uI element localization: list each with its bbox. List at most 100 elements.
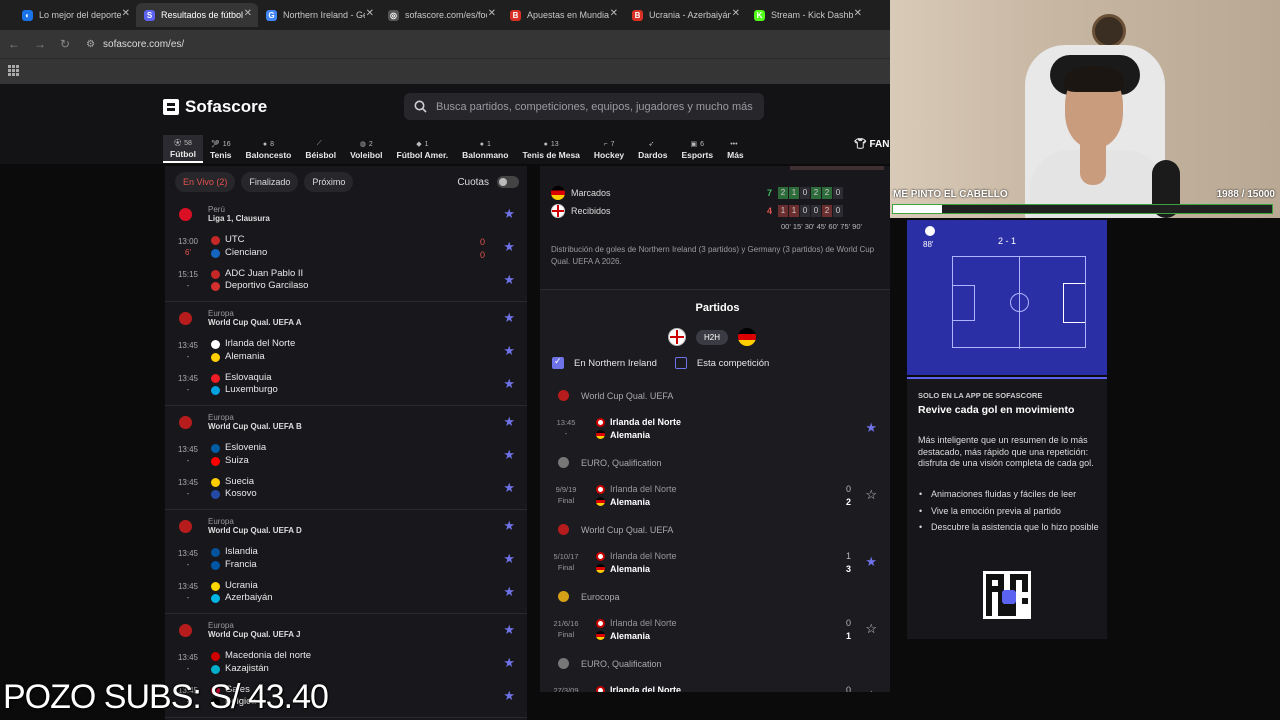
apps-grid-icon[interactable]	[8, 65, 19, 76]
match-score: 02	[845, 484, 851, 507]
sport-tab-basketball[interactable]: ● 8 Baloncesto	[239, 135, 299, 163]
germany-team-button[interactable]	[738, 328, 757, 346]
favorite-star-icon[interactable]: ★	[503, 655, 515, 671]
favorite-star-icon[interactable]: ★	[503, 518, 515, 534]
team-home: Islandia	[211, 546, 258, 559]
browser-tab[interactable]: S Resultados de fútbol ✕	[136, 3, 258, 27]
sofascore-logo[interactable]: Sofascore	[163, 97, 267, 117]
sport-tab-tennis-ball[interactable]: 🎾︎ 16 Tenis	[203, 135, 239, 163]
forward-icon[interactable]: →	[34, 37, 46, 51]
favorite-star-icon[interactable]: ☆	[865, 487, 877, 503]
league-header[interactable]: Europa World Cup Qual. UEFA B ★	[165, 406, 527, 438]
h2h-tab[interactable]: H2H	[696, 329, 729, 345]
northern-ireland-team-button[interactable]	[668, 328, 686, 346]
team-crest-icon	[211, 477, 220, 487]
browser-tab[interactable]: K Stream - Kick Dashbo ✕	[746, 3, 868, 27]
qr-code-image[interactable]	[983, 571, 1031, 619]
team-name: Luxemburgo	[225, 384, 278, 396]
favorite-star-icon[interactable]: ★	[503, 239, 515, 255]
favorite-star-icon[interactable]: ★	[503, 584, 515, 600]
tab-close-icon[interactable]: ✕	[122, 8, 130, 19]
league-header[interactable]: Europa World Cup Qual. UEFA D ★	[165, 510, 527, 542]
checkbox-home[interactable]: En Northern Ireland	[552, 356, 657, 369]
browser-tab[interactable]: ◐ Lo mejor del deporte ✕	[14, 3, 136, 27]
favorite-star-icon[interactable]: ★	[503, 310, 515, 326]
fan-button[interactable]: 👕︎ FAN	[854, 139, 889, 150]
h2h-match-row[interactable]: 13:45 - Irlanda del Norte Alemania ★	[546, 414, 891, 442]
browser-tab[interactable]: G Northern Ireland - Ge ✕	[258, 3, 380, 27]
team-home: Irlanda del Norte	[596, 483, 677, 496]
h2h-match-row[interactable]: 5/10/17 Final Irlanda del Norte Alemania 1 3 ★	[546, 548, 891, 576]
search-input[interactable]: Busca partidos, competiciones, equipos, …	[404, 93, 764, 120]
checkbox-home-box[interactable]	[552, 356, 564, 369]
match-row[interactable]: 13:00 6' UTC Cienciano 0 0 ★	[165, 230, 527, 264]
favorite-star-icon[interactable]: ★	[503, 551, 515, 567]
tab-close-icon[interactable]: ✕	[366, 8, 374, 19]
favorite-star-icon[interactable]: ★	[865, 554, 877, 570]
site-info-icon[interactable]: ⚙	[86, 39, 95, 50]
h2h-match-row[interactable]: 21/6/16 Final Irlanda del Norte Alemania 0 1 ☆	[546, 615, 891, 643]
team-name: Eslovaquia	[225, 371, 272, 383]
league-header[interactable]: Europa World Cup Qual. UEFA J ★	[165, 614, 527, 646]
sport-tab-baseball-bat[interactable]: ⟋ Béisbol	[298, 135, 343, 163]
favorite-star-icon[interactable]: ★	[503, 414, 515, 430]
match-row[interactable]: 13:45- Ucrania Azerbaiyán ★	[165, 576, 527, 610]
favorite-star-icon[interactable]: ★	[503, 688, 515, 704]
browser-tab[interactable]: ◎ sofascore.com/es/foo ✕	[380, 3, 502, 27]
match-row[interactable]: 13:45- Suecia Kosovo ★	[165, 472, 527, 506]
favorite-star-icon[interactable]: ★	[503, 376, 515, 392]
match-row[interactable]: 13:45- Islandia Francia ★	[165, 542, 527, 576]
sport-tab-dart[interactable]: ➶ Dardos	[631, 135, 674, 163]
tab-close-icon[interactable]: ✕	[488, 8, 496, 19]
team-name: Irlanda del Norte	[225, 338, 296, 350]
tab-close-icon[interactable]: ✕	[854, 8, 862, 19]
sport-tab-hockey-stick[interactable]: ⌐ 7 Hockey	[587, 135, 631, 163]
league-block: Europa World Cup Qual. UEFA D ★ 13:45- Islan…	[165, 510, 527, 614]
filter-finished[interactable]: Finalizado	[241, 172, 299, 192]
sport-tab-gamepad[interactable]: ▣ 6 Esports	[674, 135, 720, 163]
favorite-star-icon[interactable]: ☆	[865, 621, 877, 637]
browser-tab[interactable]: B Ucrania - Azerbaiyán ✕	[624, 3, 746, 27]
match-row[interactable]: 13:45- Eslovenia Suiza ★	[165, 438, 527, 472]
odds-switch[interactable]	[497, 176, 519, 188]
h2h-match-row[interactable]: 9/9/19 Final Irlanda del Norte Alemania 0 2 ☆	[546, 481, 891, 509]
h2h-competition-header: World Cup Qual. UEFA	[558, 524, 673, 535]
sport-tab-ping-pong[interactable]: ● 13 Tenis de Mesa	[515, 135, 586, 163]
url-field[interactable]: ⚙ sofascore.com/es/	[86, 39, 184, 50]
goal-cell: 0	[800, 187, 811, 199]
sport-tab-handball[interactable]: ● 1 Balonmano	[455, 135, 515, 163]
tab-close-icon[interactable]: ✕	[610, 8, 618, 19]
favorite-star-icon[interactable]: ★	[503, 447, 515, 463]
match-row[interactable]: 13:45- Macedonia del norte Kazajistán ★	[165, 646, 527, 680]
sport-tab-football[interactable]: ◆ 1 Fútbol Amer.	[390, 135, 456, 163]
favorite-star-icon[interactable]: ☆	[865, 688, 877, 692]
sport-tab-volleyball[interactable]: ◍ 2 Voleibol	[343, 135, 389, 163]
sport-tab-more-dots[interactable]: ••• Más	[720, 135, 751, 163]
favorite-star-icon[interactable]: ★	[865, 420, 877, 436]
league-flag-icon	[179, 415, 192, 429]
favorite-star-icon[interactable]: ★	[503, 343, 515, 359]
browser-tab[interactable]: B Apuestas en Mundial ✕	[502, 3, 624, 27]
checkbox-competition-box[interactable]	[674, 357, 687, 369]
back-icon[interactable]: ←	[8, 37, 20, 51]
checkbox-competition[interactable]: Esta competición	[674, 357, 769, 369]
sport-tab-soccer-ball[interactable]: ⚽︎ 58 Fútbol	[163, 135, 203, 163]
favorite-star-icon[interactable]: ★	[503, 480, 515, 496]
league-header[interactable]: Europa World Cup Qual. UEFA A ★	[165, 302, 527, 334]
match-row[interactable]: 13:45- Irlanda del Norte Alemania ★	[165, 334, 527, 368]
favorite-star-icon[interactable]: ★	[503, 622, 515, 638]
filter-live[interactable]: En Vivo (2)	[175, 172, 236, 192]
favorite-star-icon[interactable]: ★	[503, 206, 515, 222]
match-row[interactable]: 13:45- Eslovaquia Luxemburgo ★	[165, 368, 527, 402]
favorite-star-icon[interactable]: ★	[503, 272, 515, 288]
league-header[interactable]: Perú Liga 1, Clausura ★	[165, 198, 527, 230]
match-row[interactable]: 15:15- ADC Juan Pablo II Deportivo Garcila…	[165, 264, 527, 298]
sport-label: Fútbol Amer.	[396, 149, 449, 160]
tab-close-icon[interactable]: ✕	[244, 8, 252, 19]
league-flag-icon	[179, 207, 192, 221]
filter-upcoming[interactable]: Próximo	[304, 172, 354, 192]
odds-toggle[interactable]: Cuotas	[457, 176, 519, 188]
h2h-match-row[interactable]: 27/3/09FinalIrlanda del NorteAlemania0☆	[546, 682, 891, 692]
tab-close-icon[interactable]: ✕	[732, 8, 740, 19]
reload-icon[interactable]: ↻	[60, 37, 70, 51]
